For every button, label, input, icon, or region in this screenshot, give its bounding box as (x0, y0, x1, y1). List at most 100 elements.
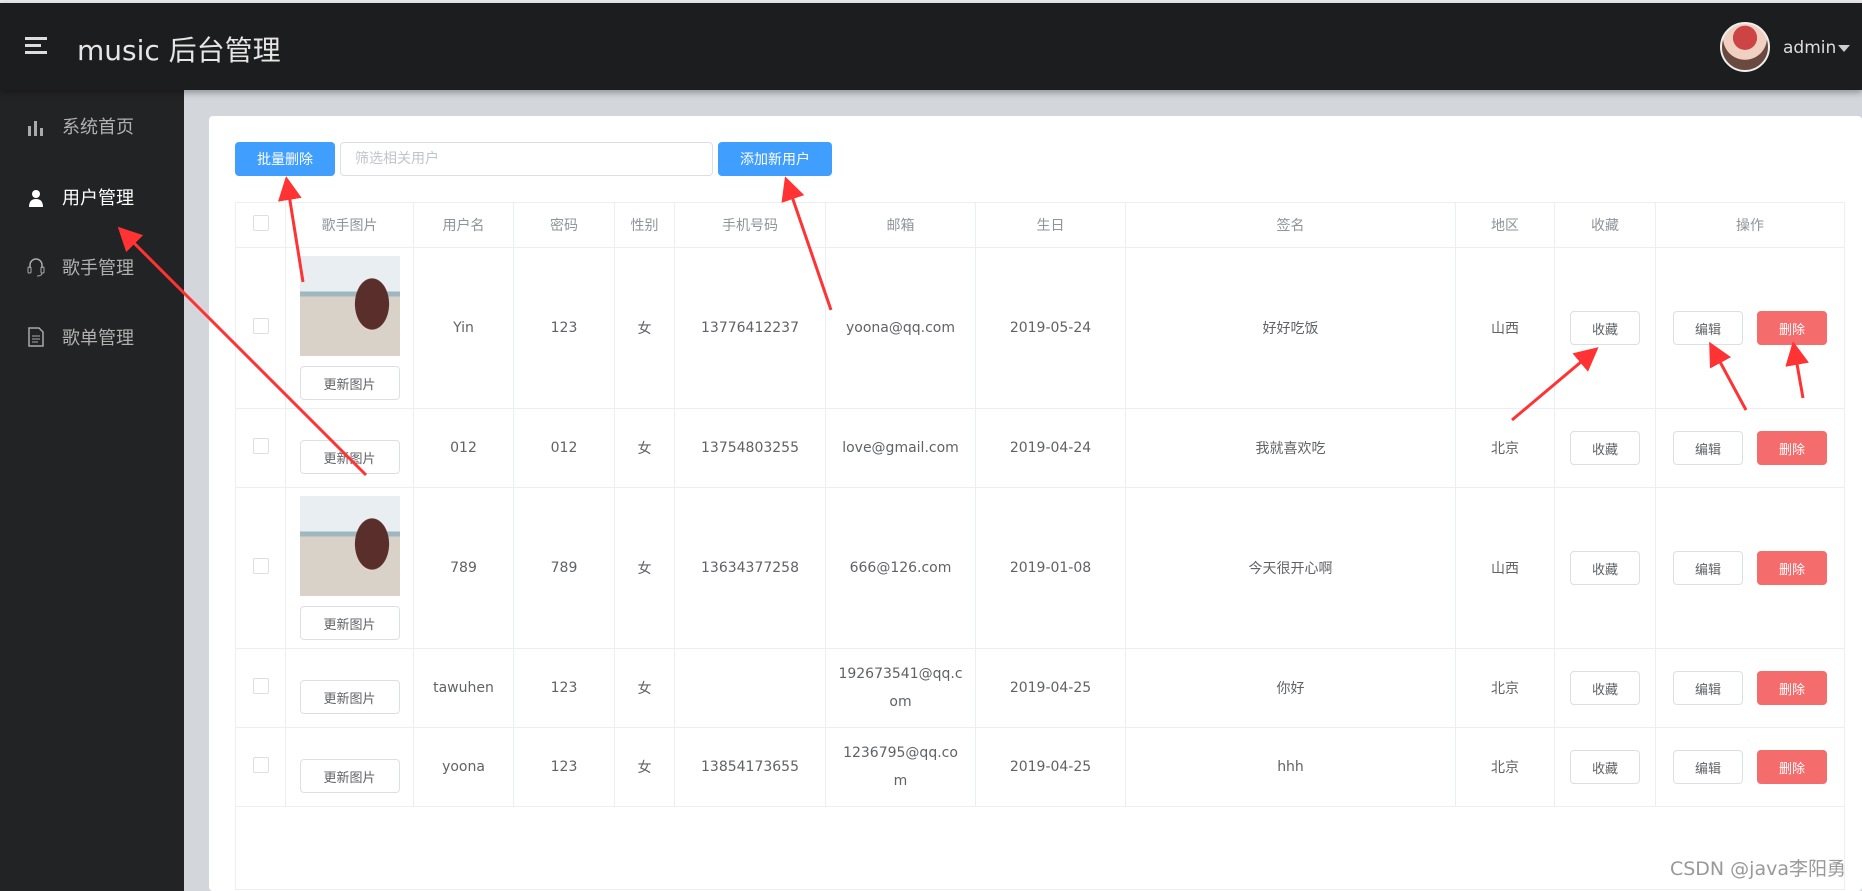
password-cell: 123 (513, 727, 615, 807)
user-name[interactable]: admin (1783, 38, 1836, 58)
update-image-button[interactable]: 更新图片 (299, 680, 400, 714)
user-avatar[interactable] (1720, 22, 1770, 72)
password-cell: 789 (513, 487, 615, 649)
username-cell: 789 (413, 487, 514, 649)
row-checkbox[interactable] (252, 757, 269, 773)
birth-cell: 2019-04-25 (975, 727, 1126, 807)
sex-cell: 女 (614, 247, 675, 409)
column-header: 地区 (1455, 202, 1555, 248)
add-user-button[interactable]: 添加新用户 (718, 142, 832, 176)
delete-button[interactable]: 删除 (1757, 431, 1827, 465)
table-row: 更新图片 yoona 123 女 13854173655 1236795@qq.com 20… (235, 727, 1845, 807)
phone-cell: 13754803255 (674, 408, 826, 488)
delete-button[interactable]: 删除 (1757, 311, 1827, 345)
row-checkbox[interactable] (252, 678, 269, 694)
password-cell: 123 (513, 648, 615, 728)
headset-icon (26, 257, 46, 277)
app-title: music 后台管理 (77, 34, 281, 67)
signature-cell: 今天很开心啊 (1125, 487, 1456, 649)
phone-cell (674, 648, 826, 728)
password-cell: 012 (513, 408, 615, 488)
column-header: 密码 (513, 202, 615, 248)
caret-down-icon[interactable] (1838, 45, 1850, 52)
select-all-checkbox[interactable] (252, 215, 269, 231)
birth-cell: 2019-04-24 (975, 408, 1126, 488)
email-cell: 666@126.com (825, 487, 976, 649)
edit-button[interactable]: 编辑 (1673, 750, 1743, 784)
sex-cell: 女 (614, 727, 675, 807)
batch-delete-button[interactable]: 批量删除 (235, 142, 335, 176)
sidebar-item-home[interactable]: 系统首页 (0, 91, 184, 161)
email-cell: 192673541@qq.com (825, 648, 976, 728)
username-cell: tawuhen (413, 648, 514, 728)
column-header: 签名 (1125, 202, 1456, 248)
row-checkbox[interactable] (252, 558, 269, 574)
location-cell: 山西 (1455, 487, 1555, 649)
column-header: 性别 (614, 202, 675, 248)
document-icon (26, 327, 46, 347)
column-header: 手机号码 (674, 202, 826, 248)
edit-button[interactable]: 编辑 (1673, 671, 1743, 705)
user-icon (26, 187, 46, 207)
filter-users-input[interactable] (340, 142, 713, 176)
collect-button[interactable]: 收藏 (1570, 311, 1640, 345)
collect-button[interactable]: 收藏 (1570, 431, 1640, 465)
edit-button[interactable]: 编辑 (1673, 311, 1743, 345)
phone-cell: 13634377258 (674, 487, 826, 649)
signature-cell: hhh (1125, 727, 1456, 807)
birth-cell: 2019-01-08 (975, 487, 1126, 649)
collect-button[interactable]: 收藏 (1570, 671, 1640, 705)
edit-button[interactable]: 编辑 (1673, 551, 1743, 585)
column-header: 邮箱 (825, 202, 976, 248)
sidebar-item-label: 系统首页 (62, 117, 134, 138)
watermark: CSDN @java李阳勇 (1669, 858, 1846, 880)
update-image-button[interactable]: 更新图片 (299, 366, 400, 400)
table-row: 更新图片 tawuhen 123 女 192673541@qq.com 2019-04-2… (235, 648, 1845, 728)
sidebar-item-users[interactable]: 用户管理 (0, 162, 184, 232)
sex-cell: 女 (614, 487, 675, 649)
location-cell: 北京 (1455, 727, 1555, 807)
signature-cell: 你好 (1125, 648, 1456, 728)
email-cell: 1236795@qq.com (825, 727, 976, 807)
signature-cell: 我就喜欢吃 (1125, 408, 1456, 488)
birth-cell: 2019-05-24 (975, 247, 1126, 409)
email-cell: love@gmail.com (825, 408, 976, 488)
signature-cell: 好好吃饭 (1125, 247, 1456, 409)
bar-chart-icon (26, 116, 46, 136)
update-image-button[interactable]: 更新图片 (299, 606, 400, 640)
menu-collapse-icon[interactable] (25, 37, 47, 55)
delete-button[interactable]: 删除 (1757, 671, 1827, 705)
top-header: music 后台管理 admin (0, 3, 1862, 90)
users-table: 歌手图片 用户名 密码 性别 手机号码 邮箱 生日 签名 地区 收藏 操作 更新… (235, 202, 1845, 890)
table-row: 更新图片 789 789 女 13634377258 666@126.com 2019-01… (235, 487, 1845, 649)
column-header: 操作 (1655, 202, 1845, 248)
row-checkbox[interactable] (252, 438, 269, 454)
email-cell: yoona@qq.com (825, 247, 976, 409)
table-row: 更新图片 012 012 女 13754803255 love@gmail.com 2019… (235, 408, 1845, 488)
location-cell: 北京 (1455, 408, 1555, 488)
username-cell: yoona (413, 727, 514, 807)
table-empty-space (235, 806, 1845, 890)
birth-cell: 2019-04-25 (975, 648, 1126, 728)
table-header-row: 歌手图片 用户名 密码 性别 手机号码 邮箱 生日 签名 地区 收藏 操作 (235, 202, 1845, 248)
sidebar-item-playlists[interactable]: 歌单管理 (0, 302, 184, 372)
delete-button[interactable]: 删除 (1757, 750, 1827, 784)
column-header: 用户名 (413, 202, 514, 248)
sex-cell: 女 (614, 408, 675, 488)
edit-button[interactable]: 编辑 (1673, 431, 1743, 465)
phone-cell: 13776412237 (674, 247, 826, 409)
location-cell: 山西 (1455, 247, 1555, 409)
collect-button[interactable]: 收藏 (1570, 551, 1640, 585)
singer-photo (299, 256, 400, 356)
sidebar: 系统首页 用户管理 歌手管理 歌单管理 (0, 90, 184, 891)
row-checkbox[interactable] (252, 318, 269, 334)
sidebar-item-label: 歌手管理 (62, 258, 134, 279)
password-cell: 123 (513, 247, 615, 409)
update-image-button[interactable]: 更新图片 (299, 759, 400, 793)
delete-button[interactable]: 删除 (1757, 551, 1827, 585)
collect-button[interactable]: 收藏 (1570, 750, 1640, 784)
update-image-button[interactable]: 更新图片 (299, 440, 400, 474)
table-row: 更新图片 Yin 123 女 13776412237 yoona@qq.com 2019-0… (235, 247, 1845, 409)
location-cell: 北京 (1455, 648, 1555, 728)
sidebar-item-singers[interactable]: 歌手管理 (0, 232, 184, 302)
